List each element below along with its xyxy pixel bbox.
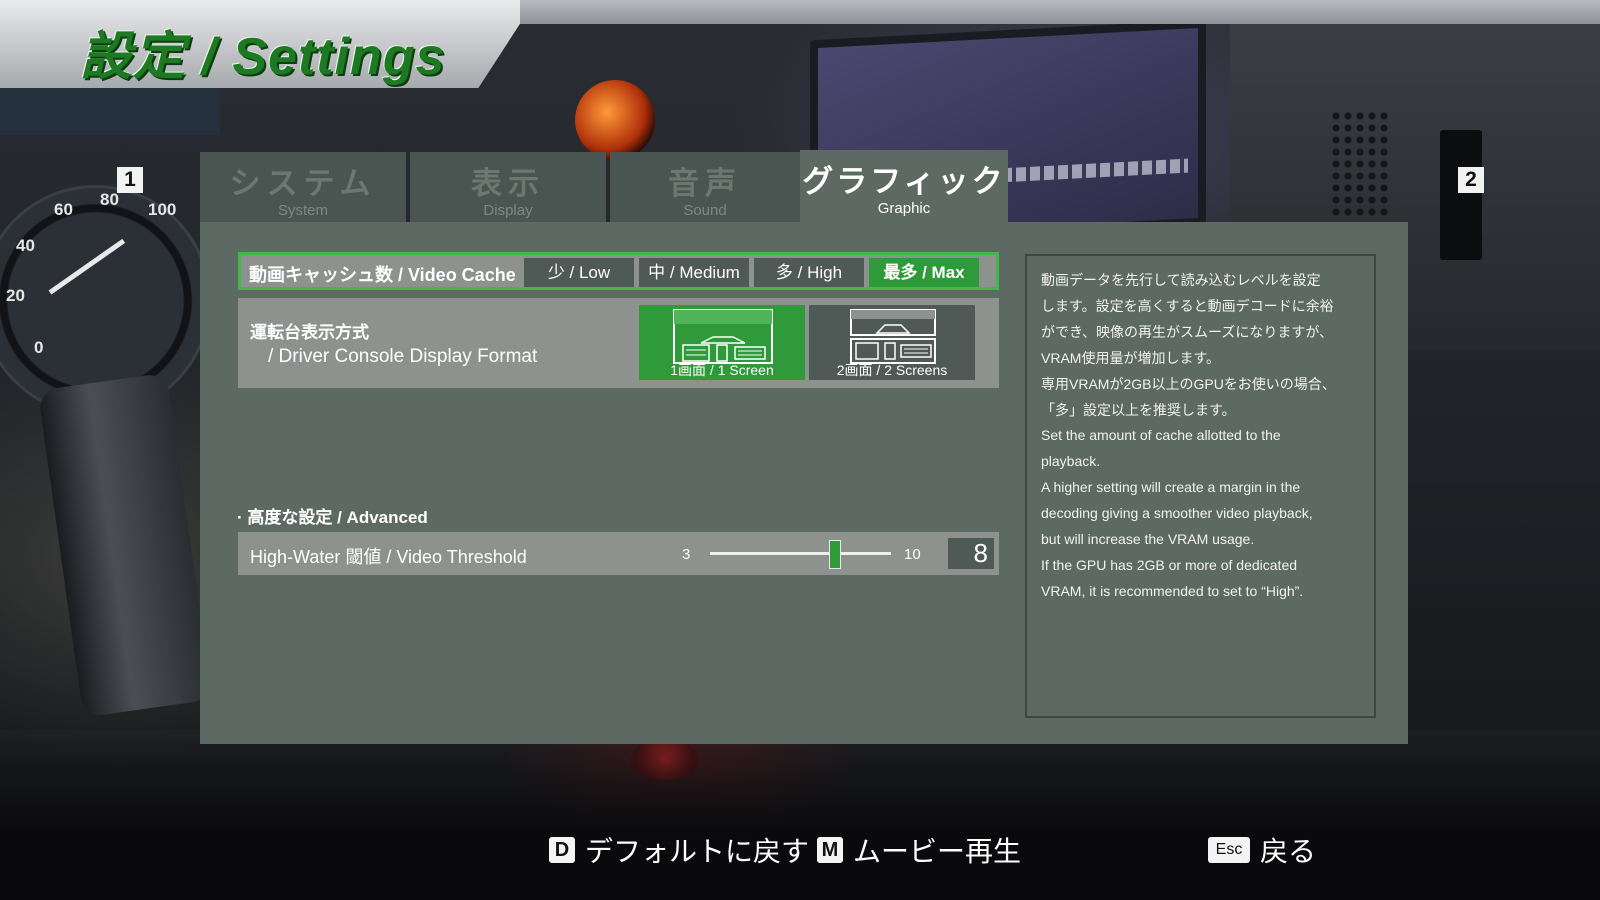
- video-threshold-row: High-Water 閾値 / Video Threshold 3 10 8: [238, 532, 999, 575]
- gauge-label: 100: [148, 200, 177, 219]
- video-cache-row: 動画キャッシュ数 / Video Cache 少 / Low 中 / Mediu…: [238, 252, 999, 290]
- slider-min-label: 3: [682, 546, 691, 563]
- advanced-heading-text: 高度な設定 / Advanced: [247, 508, 428, 527]
- description-line: but will increase the VRAM usage.: [1041, 531, 1255, 548]
- video-threshold-slider[interactable]: [710, 540, 891, 569]
- video-cache-option-max[interactable]: 最多 / Max: [869, 258, 979, 287]
- advanced-heading: · 高度な設定 / Advanced: [237, 508, 428, 527]
- cab-control-lever: [37, 372, 213, 718]
- back-button[interactable]: Esc 戻る: [1208, 830, 1316, 870]
- single-screen-icon: [673, 309, 773, 364]
- description-line: A higher setting will create a margin in…: [1041, 479, 1301, 496]
- description-line: 専用VRAMが2GB以上のGPUをお使いの場合、: [1041, 375, 1336, 392]
- tab-label-en: Graphic: [877, 200, 931, 217]
- back-label: 戻る: [1260, 836, 1317, 867]
- cab-slot: [1440, 130, 1482, 260]
- video-cache-label: 動画キャッシュ数 / Video Cache: [249, 265, 516, 285]
- description-box: 動画データを先行して読み込むレベルを設定 します。設定を高くすると動画デコードに…: [1025, 254, 1376, 718]
- format-option-label: 2画面 / 2 Screens: [836, 362, 948, 378]
- video-threshold-value: 8: [948, 538, 994, 569]
- settings-tabs: システム System 表示 Display 音声 Sound グラフィック G…: [200, 150, 1010, 224]
- description-line: VRAM使用量が増加します。: [1041, 349, 1221, 366]
- slider-max-label: 10: [904, 546, 921, 563]
- description-line: decoding giving a smoother video playbac…: [1041, 505, 1313, 522]
- d-key-icon: D: [549, 837, 575, 863]
- gauge-label: 60: [54, 200, 73, 219]
- tab-label-jp: グラフィック: [802, 164, 1006, 199]
- description-line: 動画データを先行して読み込むレベルを設定: [1041, 272, 1321, 288]
- description-line: 「多」設定以上を推奨します。: [1041, 401, 1236, 418]
- description-line: playback.: [1041, 453, 1101, 470]
- tab-sound[interactable]: 音声 Sound: [610, 152, 800, 222]
- page-title: 設定 / Settings: [80, 28, 446, 86]
- tab-label-en: Sound: [683, 202, 727, 219]
- m-key-icon: M: [817, 837, 843, 863]
- display-format-label-en: / Driver Console Display Format: [268, 346, 538, 367]
- esc-key-icon: Esc: [1208, 837, 1250, 863]
- tab-label-en: System: [277, 202, 328, 219]
- display-format-label-jp: 運転台表示方式: [250, 323, 369, 342]
- cab-floor-shadow: [0, 730, 1600, 900]
- slider-handle[interactable]: [829, 540, 842, 569]
- tab-display[interactable]: 表示 Display: [410, 152, 606, 222]
- title-banner: 設定 / Settings: [0, 0, 1600, 88]
- video-cache-option-medium[interactable]: 中 / Medium: [639, 258, 749, 287]
- default-label: デフォルトに戻す: [585, 836, 810, 867]
- default-button[interactable]: D デフォルトに戻す: [549, 830, 809, 870]
- format-option-2-screens[interactable]: 2画面 / 2 Screens: [809, 305, 975, 380]
- gauge-label: 20: [6, 286, 25, 305]
- cab-speaker-grille: [1330, 110, 1390, 220]
- tab-system[interactable]: システム System: [200, 152, 406, 222]
- screen-marker-1: 1: [117, 167, 143, 193]
- format-option-1-screen[interactable]: 1画面 / 1 Screen: [639, 305, 805, 380]
- description-line: VRAM, it is recommended to set to “High”…: [1041, 582, 1304, 599]
- screen-marker-2: 2: [1458, 167, 1484, 193]
- tab-graphic[interactable]: グラフィック Graphic: [800, 150, 1008, 224]
- tab-label-jp: 音声: [668, 166, 742, 201]
- description-line: します。設定を高くすると動画デコードに余裕: [1041, 297, 1334, 314]
- video-cache-option-high[interactable]: 多 / High: [754, 258, 864, 287]
- tab-label-jp: システム: [229, 166, 377, 201]
- video-cache-option-low[interactable]: 少 / Low: [524, 258, 634, 287]
- movie-label: ムービー再生: [853, 836, 1022, 867]
- tab-label-en: Display: [483, 202, 533, 219]
- description-line: ができ、映像の再生がスムーズになりますが、: [1041, 323, 1334, 340]
- gauge-label: 80: [100, 190, 119, 209]
- movie-button[interactable]: M ムービー再生: [817, 830, 1021, 870]
- gauge-label: 0: [34, 338, 44, 357]
- gauge-label: 40: [16, 236, 35, 255]
- description-line: If the GPU has 2GB or more of dedicated: [1041, 556, 1298, 573]
- tab-label-jp: 表示: [471, 166, 545, 201]
- description-line: Set the amount of cache allotted to the: [1041, 427, 1281, 444]
- dual-screen-icon: [850, 309, 936, 364]
- format-option-label: 1画面 / 1 Screen: [670, 362, 774, 378]
- display-format-row: 運転台表示方式 / Driver Console Display Format …: [238, 298, 999, 388]
- video-threshold-label: High-Water 閾値 / Video Threshold: [250, 547, 527, 567]
- cab-switch-panel: [0, 85, 220, 135]
- cab-red-lamp: [575, 80, 655, 160]
